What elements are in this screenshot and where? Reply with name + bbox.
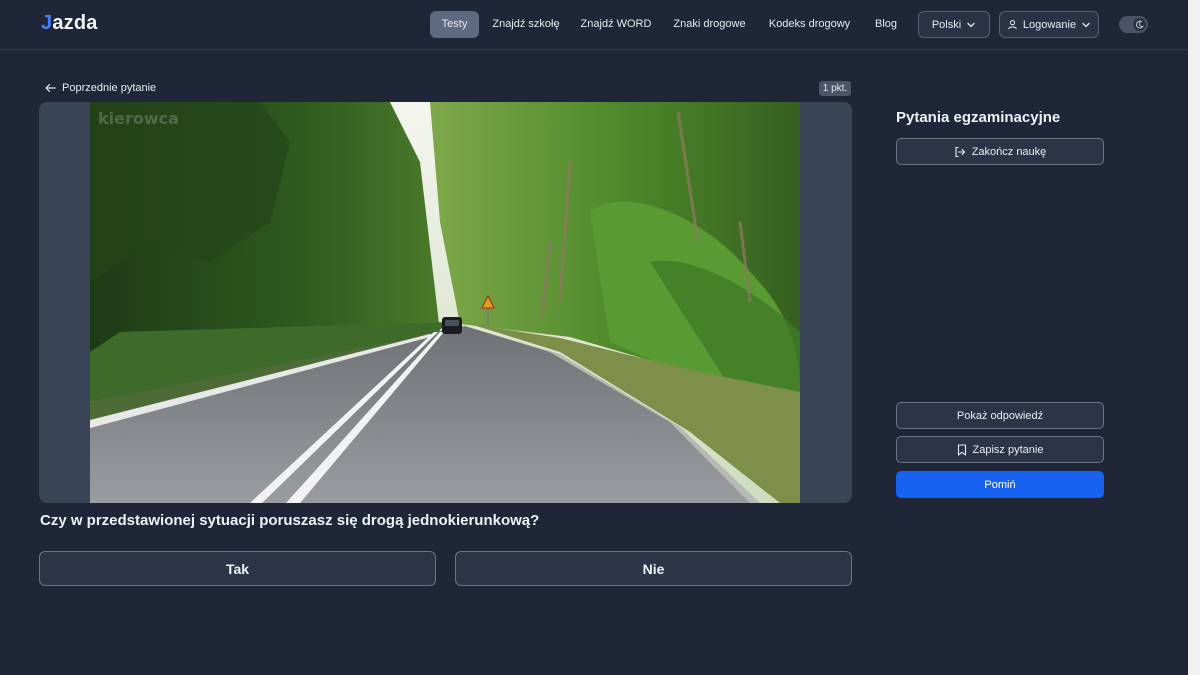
- skip-label: Pomiń: [984, 478, 1016, 491]
- logo-j: J: [41, 12, 53, 34]
- moon-icon: [1136, 20, 1144, 29]
- previous-question-label: Poprzednie pytanie: [62, 82, 157, 94]
- end-learning-label: Zakończ naukę: [971, 145, 1047, 158]
- theme-toggle-knob: [1133, 18, 1146, 31]
- language-select[interactable]: Polski: [918, 11, 990, 38]
- theme-toggle[interactable]: [1119, 16, 1148, 33]
- show-answer-label: Pokaż odpowiedź: [956, 409, 1044, 422]
- skip-button[interactable]: Pomiń: [896, 471, 1104, 498]
- nav-blog[interactable]: Blog: [870, 11, 902, 38]
- answer-no-button[interactable]: Nie: [455, 551, 852, 586]
- login-label: Logowanie: [1022, 18, 1077, 31]
- save-question-label: Zapisz pytanie: [972, 443, 1044, 456]
- nav-tests[interactable]: Testy: [430, 11, 479, 38]
- previous-question-link[interactable]: Poprzednie pytanie: [45, 81, 156, 95]
- sidebar-title: Pytania egzaminacyjne: [896, 109, 1061, 126]
- nav-find-word[interactable]: Znajdź WORD: [580, 11, 652, 38]
- points-badge: 1 pkt.: [819, 81, 851, 96]
- logout-icon: [955, 146, 965, 157]
- road-scene-image: kierowca: [90, 102, 800, 503]
- logo[interactable]: Jazda: [41, 12, 98, 35]
- page-scrollbar[interactable]: [1188, 0, 1200, 675]
- question-text: Czy w przedstawionej sytuacji poruszasz …: [40, 512, 540, 529]
- question-media: kierowca: [39, 102, 852, 503]
- arrow-left-icon: [45, 83, 56, 93]
- chevron-down-icon: [1082, 22, 1090, 27]
- bookmark-icon: [957, 443, 966, 456]
- nav-traffic-code[interactable]: Kodeks drogowy: [766, 11, 853, 38]
- end-learning-button[interactable]: Zakończ naukę: [896, 138, 1104, 165]
- login-button[interactable]: Logowanie: [999, 11, 1099, 38]
- chevron-down-icon: [967, 22, 975, 27]
- save-question-button[interactable]: Zapisz pytanie: [896, 436, 1104, 463]
- show-answer-button[interactable]: Pokaż odpowiedź: [896, 402, 1104, 429]
- logo-text: azda: [52, 12, 98, 34]
- user-icon: [1008, 20, 1017, 30]
- media-watermark: kierowca: [98, 109, 179, 128]
- nav-find-school[interactable]: Znajdź szkołę: [490, 11, 562, 38]
- top-navbar: Jazda Testy Znajdź szkołę Znajdź WORD Zn…: [0, 0, 1188, 50]
- answer-yes-button[interactable]: Tak: [39, 551, 436, 586]
- nav-road-signs[interactable]: Znaki drogowe: [671, 11, 748, 38]
- language-label: Polski: [931, 18, 962, 31]
